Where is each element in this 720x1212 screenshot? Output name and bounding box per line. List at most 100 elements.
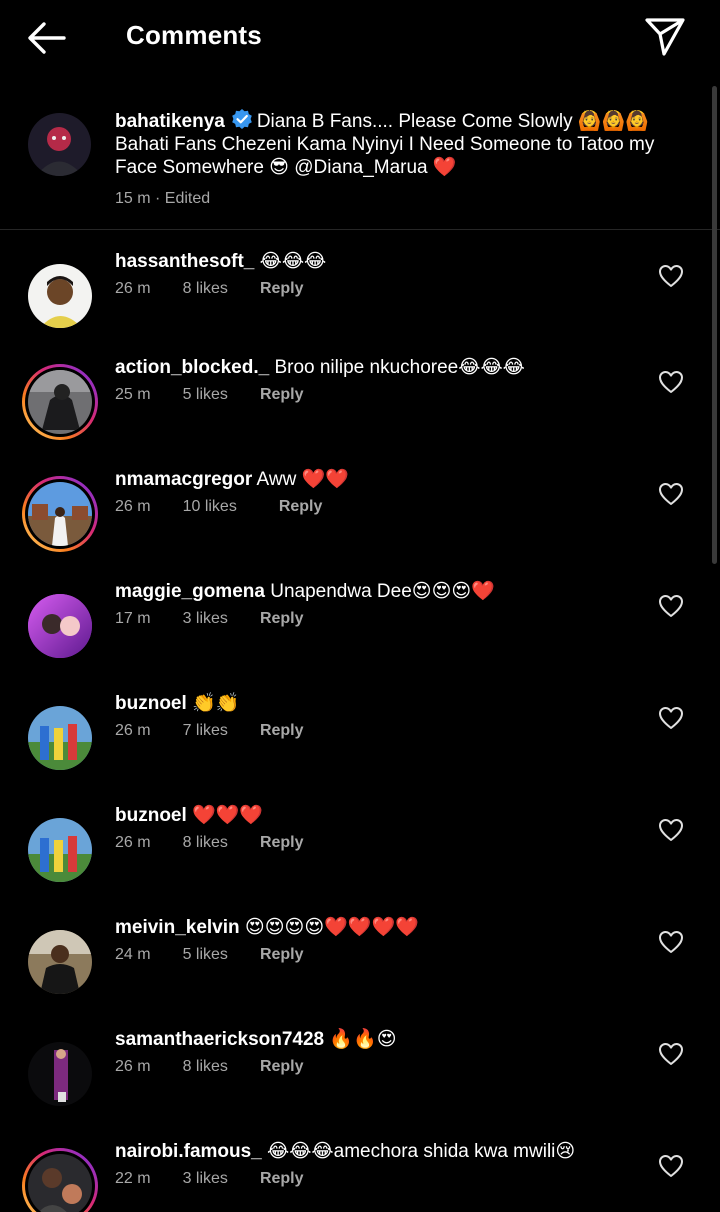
reply-button[interactable]: Reply bbox=[279, 498, 323, 516]
reply-button[interactable]: Reply bbox=[260, 1170, 304, 1188]
comment-username[interactable]: nairobi.famous_ bbox=[115, 1141, 262, 1162]
reply-button[interactable]: Reply bbox=[260, 834, 304, 852]
comment-text: buznoel 👏👏 bbox=[115, 692, 635, 716]
comment-item: action_blocked._ Broo nilipe nkuchoree😂😂… bbox=[0, 357, 720, 476]
paper-plane-icon bbox=[645, 18, 685, 56]
comment-text: nmamacgregor Aww ❤️❤️ bbox=[115, 468, 635, 492]
heart-outline-icon[interactable] bbox=[658, 370, 684, 394]
comment-meta: 17 m 3 likes Reply bbox=[115, 610, 304, 628]
comment-likes[interactable]: 8 likes bbox=[183, 1058, 228, 1076]
reply-button[interactable]: Reply bbox=[260, 946, 304, 964]
avatar[interactable] bbox=[22, 258, 98, 334]
heart-outline-icon[interactable] bbox=[658, 1042, 684, 1066]
avatar-image bbox=[28, 1154, 92, 1212]
heart-outline-icon[interactable] bbox=[658, 930, 684, 954]
comment-meta: 26 m 7 likes Reply bbox=[115, 722, 304, 740]
comment-item: nmamacgregor Aww ❤️❤️ 26 m 10 likes Reply bbox=[0, 469, 720, 588]
comment-username[interactable]: maggie_gomena bbox=[115, 581, 265, 602]
comment-likes[interactable]: 5 likes bbox=[183, 946, 228, 964]
avatar[interactable] bbox=[22, 924, 98, 1000]
comment-likes[interactable]: 8 likes bbox=[183, 280, 228, 298]
comment-body: ❤️❤️❤️ bbox=[192, 805, 264, 826]
avatar[interactable] bbox=[22, 1148, 98, 1212]
reply-button[interactable]: Reply bbox=[260, 386, 304, 404]
avatar-image bbox=[28, 1042, 92, 1106]
comment-username[interactable]: nmamacgregor bbox=[115, 469, 252, 490]
comment-text: buznoel ❤️❤️❤️ bbox=[115, 804, 635, 828]
comment-likes[interactable]: 8 likes bbox=[183, 834, 228, 852]
avatar[interactable] bbox=[22, 812, 98, 888]
comment-likes[interactable]: 10 likes bbox=[183, 498, 237, 516]
avatar-image bbox=[28, 930, 92, 994]
comment-body: Broo nilipe nkuchoree😂😂😂 bbox=[274, 357, 525, 378]
comment-text: maggie_gomena Unapendwa Dee😍😍😍❤️ bbox=[115, 580, 635, 604]
comment-item: nairobi.famous_ 😂😂😂amechora shida kwa mw… bbox=[0, 1141, 720, 1212]
comment-username[interactable]: meivin_kelvin bbox=[115, 917, 240, 938]
comment-item: meivin_kelvin 😍😍😍😍❤️❤️❤️❤️ 24 m 5 likes Re… bbox=[0, 917, 720, 1036]
scrollbar[interactable] bbox=[712, 86, 717, 564]
heart-outline-icon[interactable] bbox=[658, 482, 684, 506]
comment-item: buznoel 👏👏 26 m 7 likes Reply bbox=[0, 693, 720, 812]
top-bar: Comments bbox=[0, 0, 720, 76]
back-button[interactable] bbox=[24, 18, 74, 58]
comment-time: 26 m bbox=[115, 1058, 151, 1075]
share-button[interactable] bbox=[642, 14, 688, 60]
avatar-image bbox=[28, 818, 92, 882]
comment-time: 26 m bbox=[115, 498, 151, 515]
comment-text: meivin_kelvin 😍😍😍😍❤️❤️❤️❤️ bbox=[115, 916, 635, 940]
reply-button[interactable]: Reply bbox=[260, 610, 304, 628]
comment-username[interactable]: samanthaerickson7428 bbox=[115, 1029, 324, 1050]
comment-username[interactable]: buznoel bbox=[115, 805, 187, 826]
comment-body: 🔥🔥😍 bbox=[329, 1029, 397, 1050]
comment-username[interactable]: buznoel bbox=[115, 693, 187, 714]
avatar[interactable] bbox=[28, 113, 91, 176]
avatar-image bbox=[28, 264, 92, 328]
comment-text: nairobi.famous_ 😂😂😂amechora shida kwa mw… bbox=[115, 1140, 635, 1164]
heart-outline-icon[interactable] bbox=[658, 264, 684, 288]
comment-meta: 26 m 8 likes Reply bbox=[115, 1058, 304, 1076]
comment-body: 😂😂😂amechora shida kwa mwili😢 bbox=[267, 1141, 576, 1162]
comment-meta: 26 m 8 likes Reply bbox=[115, 834, 304, 852]
avatar[interactable] bbox=[22, 1036, 98, 1112]
page-title: Comments bbox=[126, 20, 262, 50]
heart-outline-icon[interactable] bbox=[658, 594, 684, 618]
comment-likes[interactable]: 5 likes bbox=[183, 386, 228, 404]
comment-likes[interactable]: 3 likes bbox=[183, 1170, 228, 1188]
avatar[interactable] bbox=[22, 476, 98, 552]
comment-body: Aww ❤️❤️ bbox=[256, 469, 349, 490]
reply-button[interactable]: Reply bbox=[260, 280, 304, 298]
heart-outline-icon[interactable] bbox=[658, 706, 684, 730]
heart-outline-icon[interactable] bbox=[658, 1154, 684, 1178]
comment-item: maggie_gomena Unapendwa Dee😍😍😍❤️ 17 m 3 l… bbox=[0, 581, 720, 700]
comment-body: 👏👏 bbox=[192, 693, 240, 714]
comment-item: hassanthesoft_ 😂😂😂 26 m 8 likes Reply bbox=[0, 251, 720, 370]
comment-time: 22 m bbox=[115, 1170, 151, 1187]
comment-meta: 25 m 5 likes Reply bbox=[115, 386, 304, 404]
comment-text: samanthaerickson7428 🔥🔥😍 bbox=[115, 1028, 635, 1052]
avatar-image bbox=[28, 594, 92, 658]
comment-text: action_blocked._ Broo nilipe nkuchoree😂😂… bbox=[115, 356, 635, 380]
comment-username[interactable]: action_blocked._ bbox=[115, 357, 269, 378]
avatar-image bbox=[28, 370, 92, 434]
comment-meta: 26 m 8 likes Reply bbox=[115, 280, 304, 298]
comment-likes[interactable]: 3 likes bbox=[183, 610, 228, 628]
comment-likes[interactable]: 7 likes bbox=[183, 722, 228, 740]
comment-meta: 26 m 10 likes Reply bbox=[115, 498, 322, 516]
avatar[interactable] bbox=[22, 588, 98, 664]
comment-time: 24 m bbox=[115, 946, 151, 963]
caption-username[interactable]: bahatikenya bbox=[115, 111, 225, 132]
comment-username[interactable]: hassanthesoft_ bbox=[115, 251, 254, 272]
avatar[interactable] bbox=[22, 700, 98, 776]
comment-item: samanthaerickson7428 🔥🔥😍 26 m 8 likes Repl… bbox=[0, 1029, 720, 1148]
reply-button[interactable]: Reply bbox=[260, 722, 304, 740]
comment-time: 26 m bbox=[115, 280, 151, 297]
comment-text: hassanthesoft_ 😂😂😂 bbox=[115, 250, 635, 274]
comment-time: 17 m bbox=[115, 610, 151, 627]
comments-screen: Comments bahatikenya Diana B Fans.... Pl… bbox=[0, 0, 720, 1212]
comment-time: 26 m bbox=[115, 722, 151, 739]
comment-body: 😂😂😂 bbox=[259, 251, 327, 272]
heart-outline-icon[interactable] bbox=[658, 818, 684, 842]
avatar[interactable] bbox=[22, 364, 98, 440]
back-arrow-icon bbox=[28, 22, 66, 54]
reply-button[interactable]: Reply bbox=[260, 1058, 304, 1076]
